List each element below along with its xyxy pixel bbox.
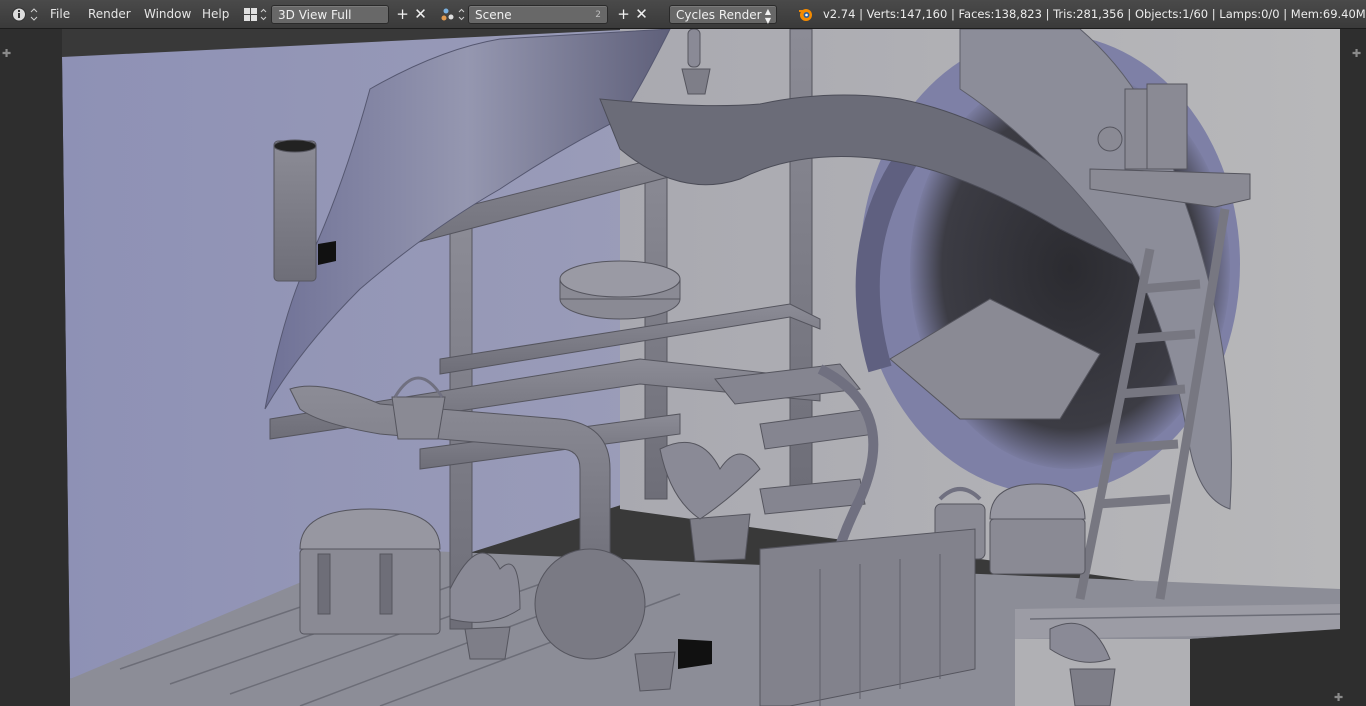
render-engine-dropdown[interactable]: Cycles Render ▲ ▼ (669, 5, 777, 25)
remove-screen-button[interactable]: ✕ (411, 5, 430, 24)
close-icon: ✕ (414, 5, 427, 23)
remove-scene-button[interactable]: ✕ (632, 5, 651, 24)
editor-type-button[interactable] (8, 5, 38, 24)
scene-stats: v2.74 | Verts:147,160 | Faces:138,823 | … (823, 7, 1366, 21)
blender-logo-icon (796, 5, 816, 24)
scene-selector[interactable] (439, 5, 467, 24)
area-split-corner-icon[interactable]: ✚ (1334, 691, 1343, 704)
close-icon: ✕ (635, 5, 648, 23)
render-engine-label: Cycles Render (676, 8, 762, 22)
screen-layout-selector[interactable] (242, 5, 268, 24)
dropdown-arrows-icon: ▲ ▼ (764, 7, 771, 25)
round-cushion (559, 260, 681, 320)
plus-icon: + (396, 5, 409, 23)
area-split-corner-icon[interactable]: ✚ (2, 47, 11, 60)
scene-name: Scene (475, 8, 512, 22)
3d-scene-render[interactable] (0, 29, 1366, 706)
dark-mesh-face (678, 639, 712, 669)
menu-window[interactable]: Window (137, 5, 198, 24)
info-header: File Render Window Help 3D View Full + ✕… (0, 0, 1366, 29)
menu-file[interactable]: File (43, 5, 77, 24)
screen-layout-icon (244, 8, 267, 21)
scene-icon (441, 8, 465, 21)
plus-icon: + (617, 5, 630, 23)
add-screen-button[interactable]: + (393, 5, 412, 24)
add-scene-button[interactable]: + (614, 5, 633, 24)
menu-render[interactable]: Render (81, 5, 138, 24)
area-split-corner-icon[interactable]: ✚ (1352, 47, 1361, 60)
dark-mesh-face (318, 241, 336, 265)
treasure-chest-right (989, 483, 1086, 575)
info-icon (12, 7, 38, 22)
3d-viewport[interactable]: ✚ ✚ ✚ (0, 29, 1366, 706)
menu-help[interactable]: Help (195, 5, 236, 24)
screen-layout-field[interactable]: 3D View Full (271, 5, 389, 24)
viewport-empty-area (0, 29, 70, 706)
treasure-chest-left (299, 508, 441, 635)
scene-name-field[interactable]: Scene 2 (468, 5, 608, 24)
scene-users-count: 2 (595, 10, 601, 20)
